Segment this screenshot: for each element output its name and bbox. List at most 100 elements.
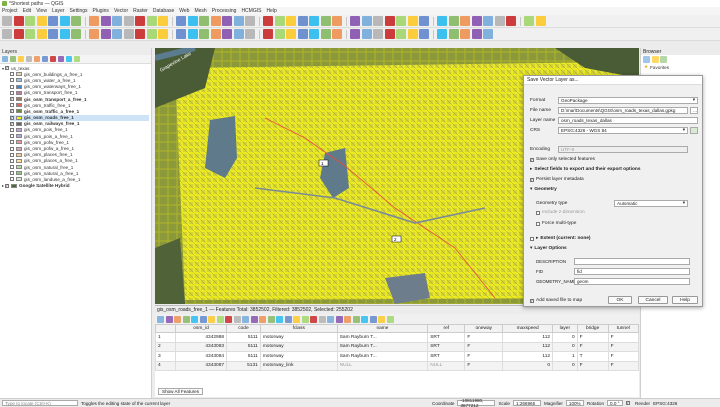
table-cell[interactable]: 1: [155, 332, 176, 343]
attribute-tool-icon[interactable]: [327, 315, 334, 323]
crs-status[interactable]: EPSG:4326: [653, 401, 677, 406]
table-cell[interactable]: 4343087: [174, 360, 228, 371]
map-tool-tool-icon[interactable]: [25, 16, 35, 26]
attribute-tool-icon[interactable]: [216, 315, 224, 323]
layer-visibility-checkbox[interactable]: [10, 171, 14, 176]
layer-visibility-checkbox[interactable]: [10, 158, 14, 163]
table-cell[interactable]: Sam Rayburn T...: [336, 341, 429, 352]
table-row[interactable]: 4 4343087 5131 motorway_link NULL NULL F 0 0 F F: [155, 360, 640, 371]
map-tool-tool-icon[interactable]: [71, 16, 81, 26]
map-tool-tool-icon[interactable]: [89, 16, 99, 26]
column-header-name[interactable]: name: [336, 324, 429, 333]
table-row[interactable]: 3 4343084 5111 motorway Sam Rayburn T... SRT F…: [155, 351, 640, 362]
table-cell[interactable]: 1: [552, 351, 578, 362]
map-tool-tool-icon[interactable]: [350, 16, 360, 26]
group-checkbox[interactable]: ✓: [5, 66, 10, 71]
persist-metadata-checkbox[interactable]: ✓: [530, 177, 534, 182]
edit-tool-tool-icon[interactable]: [297, 29, 308, 39]
attribute-tool-icon[interactable]: [293, 315, 300, 323]
attribute-tool-icon[interactable]: [335, 315, 343, 323]
attribute-tool-icon[interactable]: [386, 315, 394, 323]
geometry-name-input[interactable]: geom: [574, 278, 690, 285]
table-cell[interactable]: motorway_link: [259, 360, 338, 371]
table-cell[interactable]: Sam Rayburn T...: [336, 332, 429, 343]
attribute-tool-icon[interactable]: [182, 315, 190, 323]
map-tool-tool-icon[interactable]: [437, 16, 447, 26]
table-cell[interactable]: 5131: [226, 360, 261, 371]
map-tool-tool-icon[interactable]: [222, 16, 232, 26]
layer-visibility-checkbox[interactable]: ✓: [10, 109, 14, 114]
help-button[interactable]: Help: [672, 296, 698, 304]
layer-visibility-checkbox[interactable]: [10, 84, 14, 89]
menu-vector[interactable]: Vector: [114, 8, 128, 14]
menu-project[interactable]: Project: [2, 8, 18, 14]
attribute-tool-icon[interactable]: [276, 315, 283, 323]
table-cell[interactable]: 3: [155, 351, 176, 362]
force-multi-checkbox[interactable]: [536, 221, 540, 226]
edit-tool-tool-icon[interactable]: [361, 29, 372, 39]
layer-visibility-checkbox[interactable]: [10, 103, 14, 108]
edit-tool-tool-icon[interactable]: [460, 29, 470, 39]
edit-tool-tool-icon[interactable]: [135, 29, 145, 39]
column-header-code[interactable]: code: [226, 324, 261, 333]
edit-tool-tool-icon[interactable]: [187, 29, 198, 39]
table-cell[interactable]: SRT: [427, 351, 466, 362]
map-tool-tool-icon[interactable]: [332, 16, 342, 26]
table-cell[interactable]: T: [576, 351, 609, 362]
table-cell[interactable]: motorway: [259, 341, 338, 352]
layer-visibility-checkbox[interactable]: [10, 78, 14, 83]
table-cell[interactable]: motorway: [259, 351, 338, 362]
expand-icon[interactable]: ▸: [536, 236, 538, 241]
layer-visibility-checkbox[interactable]: [10, 90, 14, 95]
attribute-tool-icon[interactable]: [344, 315, 351, 323]
map-tool-tool-icon[interactable]: [274, 16, 285, 26]
map-tool-tool-icon[interactable]: [506, 16, 516, 26]
attribute-tool-icon[interactable]: [301, 315, 309, 323]
table-cell[interactable]: Sam Rayburn T...: [336, 351, 429, 362]
map-tool-tool-icon[interactable]: [471, 16, 482, 26]
table-cell[interactable]: 112: [502, 341, 554, 352]
table-cell[interactable]: SRT: [427, 332, 466, 343]
edit-tool-tool-icon[interactable]: [2, 29, 12, 39]
edit-tool-tool-icon[interactable]: [396, 29, 406, 39]
layers-tool-icon[interactable]: [74, 56, 80, 62]
attribute-tool-icon[interactable]: [250, 315, 258, 323]
table-cell[interactable]: 0: [502, 360, 554, 371]
browser-favorites[interactable]: ★ Favorites: [641, 64, 720, 70]
table-row[interactable]: 2 4343083 5111 motorway Sam Rayburn T... SRT F…: [155, 341, 640, 352]
map-tool-tool-icon[interactable]: [146, 16, 157, 26]
edit-tool-tool-icon[interactable]: [222, 29, 232, 39]
map-tool-tool-icon[interactable]: [460, 16, 470, 26]
crs-select[interactable]: EPSG:4326 - WGS 84 ▾: [558, 127, 688, 134]
menu-view[interactable]: View: [36, 8, 47, 14]
map-tool-tool-icon[interactable]: [48, 16, 58, 26]
edit-tool-tool-icon[interactable]: [332, 29, 342, 39]
map-tool-tool-icon[interactable]: [384, 16, 395, 26]
edit-tool-tool-icon[interactable]: [71, 29, 81, 39]
layer-visibility-checkbox[interactable]: [10, 134, 14, 139]
geometry-section[interactable]: Geometry: [534, 187, 556, 192]
map-tool-tool-icon[interactable]: [36, 16, 47, 26]
map-tool-tool-icon[interactable]: [535, 16, 546, 26]
map-tool-tool-icon[interactable]: [286, 16, 296, 26]
layer-visibility-checkbox[interactable]: ✓: [10, 121, 14, 126]
table-cell[interactable]: F: [576, 332, 609, 343]
layers-tool-icon[interactable]: [26, 56, 32, 62]
edit-tool-tool-icon[interactable]: [210, 29, 221, 39]
edit-tool-tool-icon[interactable]: [233, 29, 244, 39]
browse-file-button[interactable]: …: [690, 107, 698, 114]
rotation-field[interactable]: 0.0 °: [607, 399, 624, 407]
add-to-map-checkbox[interactable]: ✓: [530, 298, 534, 303]
table-cell[interactable]: 5111: [226, 332, 261, 343]
ok-button[interactable]: OK: [608, 296, 632, 304]
layer-visibility-checkbox[interactable]: [10, 165, 14, 170]
edit-tool-tool-icon[interactable]: [384, 29, 395, 39]
table-cell[interactable]: 112: [502, 332, 554, 343]
edit-tool-tool-icon[interactable]: [89, 29, 99, 39]
layer-options-section[interactable]: Layer Options: [534, 246, 566, 251]
attribute-tool-icon[interactable]: [199, 315, 207, 323]
map-tool-tool-icon[interactable]: [396, 16, 406, 26]
edit-tool-tool-icon[interactable]: [483, 29, 493, 39]
map-tool-tool-icon[interactable]: [309, 16, 319, 26]
map-tool-tool-icon[interactable]: [494, 16, 505, 26]
